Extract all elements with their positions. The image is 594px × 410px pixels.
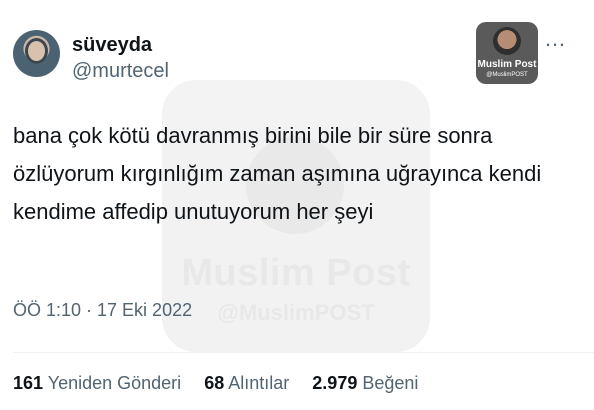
retweet-label: Yeniden Gönderi — [47, 373, 182, 393]
author-avatar[interactable] — [13, 30, 60, 77]
tweet-text: bana çok kötü davranmış birini bile bir … — [13, 123, 542, 224]
like-count: 2.979 — [312, 373, 358, 393]
divider — [13, 352, 594, 353]
badge-title: Muslim Post — [477, 59, 537, 70]
retweet-count: 161 — [13, 373, 44, 393]
retweet-stat[interactable]: 161 Yeniden Gönderi — [13, 373, 181, 394]
watermark-handle: @MuslimPOST — [217, 300, 375, 325]
engagement-stats: 161 Yeniden Gönderi 68 Alıntılar 2.979 B… — [13, 373, 436, 394]
quote-label: Alıntılar — [228, 373, 290, 393]
badge-handle: @MuslimPOST — [486, 72, 528, 78]
author-handle[interactable]: @murtecel — [72, 60, 169, 83]
author-display-name[interactable]: süveyda — [72, 34, 152, 57]
badge-avatar — [493, 27, 521, 55]
like-label: Beğeni — [362, 373, 419, 393]
more-options-icon[interactable]: … — [544, 28, 567, 50]
tweet-timestamp[interactable]: ÖÖ 1:10 · 17 Eki 2022 — [13, 300, 192, 321]
quote-count: 68 — [204, 373, 225, 393]
watermark-title: Muslim Post — [181, 252, 411, 294]
muslim-post-badge: Muslim Post @MuslimPOST — [476, 22, 538, 84]
quote-stat[interactable]: 68 Alıntılar — [204, 373, 289, 394]
like-stat[interactable]: 2.979 Beğeni — [312, 373, 418, 394]
